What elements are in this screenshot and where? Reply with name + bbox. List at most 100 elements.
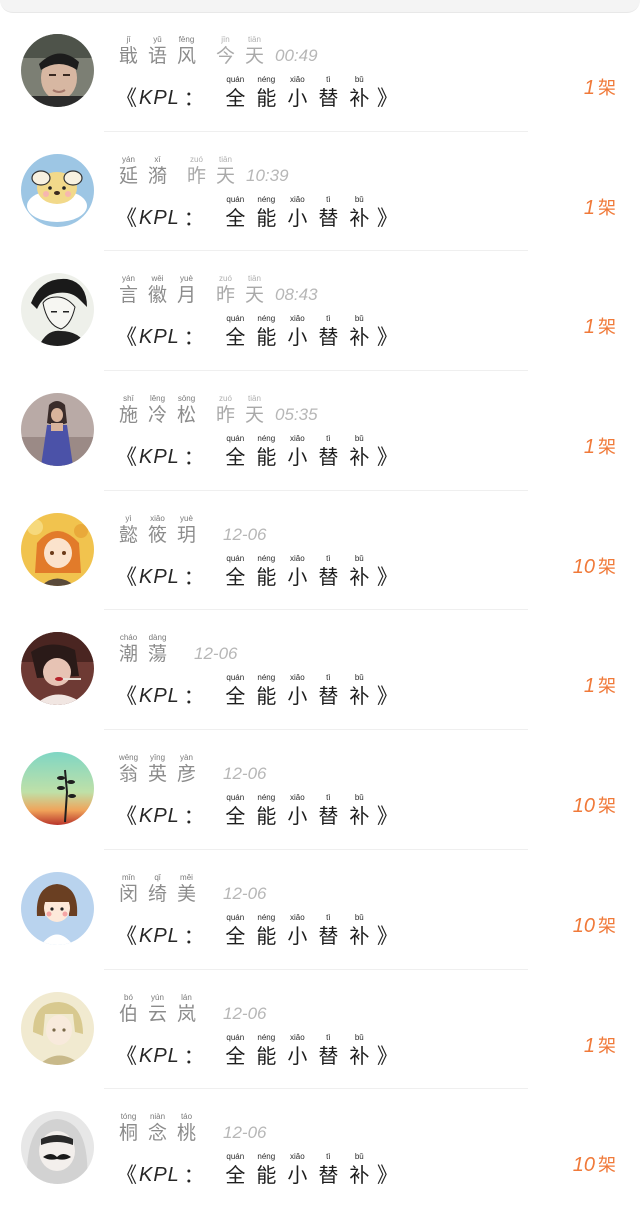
list-item[interactable]: yì 懿 xiǎo 筱 yuè 玥 12-06 《 KPL ： quán 全 néng 能…	[0, 491, 640, 611]
list-item[interactable]: yán 言 wēi 徽 yuè 月 zuó 昨 tiān 天 08:43 《 KPL ： …	[0, 251, 640, 371]
gift-title: 《 KPL ： quán 全 néng 能 xiǎo 小 tì 替 bǔ 补 》	[116, 793, 398, 829]
user-name-char: 玥	[176, 523, 196, 546]
list-item[interactable]: tóng 桐 niàn 念 táo 桃 12-06 《 KPL ： quán 全 nén…	[0, 1089, 640, 1209]
user-name-char: 懿	[118, 523, 138, 546]
avatar[interactable]	[21, 512, 94, 586]
list-item[interactable]: mǐn 闵 qǐ 绮 měi 美 12-06 《 KPL ： quán 全 néng 能 …	[0, 850, 640, 970]
user-name-char: 翁	[118, 763, 138, 786]
avatar[interactable]	[21, 871, 94, 945]
cartoon-dog-avatar	[21, 153, 94, 227]
gift-title: 《 KPL ： quán 全 néng 能 xiǎo 小 tì 替 bǔ 补 》	[116, 553, 398, 589]
gift-count: 10 架	[572, 1154, 616, 1177]
gift-count: 1架	[583, 1034, 616, 1057]
list-item[interactable]: bó 伯 yún 云 lán 岚 12-06 《 KPL ： quán 全 néng 能 …	[0, 970, 640, 1090]
gift-title: 《 KPL ： quán 全 néng 能 xiǎo 小 tì 替 bǔ 补 》	[116, 75, 398, 110]
day-label-char: 昨	[215, 284, 235, 307]
list-item[interactable]: cháo 潮 dàng 蕩 12-06 《 KPL ： quán 全 néng 能 xi…	[0, 610, 640, 730]
user-name-char: 风	[176, 45, 196, 67]
list-item[interactable]: jǐ 戢 yǔ 语 fēng 风 jīn 今 tiān 天 00:49 《 KPL ： q…	[0, 12, 640, 132]
name-line: bó 伯 yún 云 lán 岚 12-06	[118, 992, 267, 1025]
user-name-char: 施	[118, 404, 138, 427]
cartoon-girl-bob-avatar	[21, 871, 94, 945]
name-line: wēng 翁 yīng 英 yàn 彦 12-06	[118, 753, 267, 786]
avatar[interactable]	[21, 1111, 94, 1185]
anime-girl-orange-avatar	[21, 512, 94, 586]
name-line: cháo 潮 dàng 蕩 12-06	[118, 633, 238, 666]
list-item[interactable]: yán 延 xī 漪 zuó 昨 tiān 天 10:39 《 KPL ： quán 全 …	[0, 132, 640, 252]
list-item[interactable]: shī 施 lěng 冷 sōng 松 zuó 昨 tiān 天 05:35 《 KPL …	[0, 371, 640, 491]
user-name-char: 闵	[118, 882, 138, 905]
user-name-char: 戢	[118, 45, 138, 67]
mustache-hoodie-avatar	[21, 1111, 94, 1185]
name-line: yán 言 wēi 徽 yuè 月 zuó 昨 tiān 天 08:43	[118, 274, 318, 307]
user-name-char: 冷	[147, 404, 167, 427]
user-name-char: 延	[118, 164, 138, 187]
user-name-char: 美	[176, 882, 196, 905]
gift-title: 《 KPL ： quán 全 néng 能 xiǎo 小 tì 替 bǔ 补 》	[116, 673, 398, 709]
woman-red-lips-avatar	[21, 632, 94, 706]
list-item[interactable]: wēng 翁 yīng 英 yàn 彦 12-06 《 KPL ： quán 全 nén…	[0, 730, 640, 850]
gift-title: 《 KPL ： quán 全 néng 能 xiǎo 小 tì 替 bǔ 补 》	[116, 1032, 398, 1068]
anime-boy-sketch-avatar	[21, 273, 94, 347]
user-name-char: 桃	[176, 1122, 196, 1145]
day-label-char: 天	[215, 164, 235, 187]
gift-count: 1架	[583, 77, 616, 99]
user-name-char: 岚	[176, 1002, 196, 1025]
sunset-plant-avatar	[21, 752, 94, 826]
gift-title: 《 KPL ： quán 全 néng 能 xiǎo 小 tì 替 bǔ 补 》	[116, 434, 398, 470]
avatar[interactable]	[21, 273, 94, 347]
user-name-char: 蕩	[147, 643, 167, 666]
day-label-char: 天	[244, 404, 264, 427]
user-name-char: 徽	[147, 284, 167, 307]
avatar[interactable]	[21, 393, 94, 467]
user-name-char: 月	[176, 284, 196, 307]
user-name-char: 言	[118, 284, 138, 307]
avatar[interactable]	[21, 34, 94, 107]
gift-count: 1架	[583, 436, 616, 459]
name-line: yì 懿 xiǎo 筱 yuè 玥 12-06	[118, 513, 267, 546]
gift-count: 1架	[583, 675, 616, 698]
user-name-char: 云	[147, 1002, 167, 1025]
day-label-char: 天	[244, 284, 264, 307]
day-label-char: 昨	[215, 404, 235, 427]
day-label-char: 今	[215, 45, 235, 67]
avatar[interactable]	[21, 632, 94, 706]
user-name-char: 绮	[147, 882, 167, 905]
gift-count: 1架	[583, 196, 616, 219]
photo-young-man-avatar	[21, 34, 94, 107]
user-name-char: 松	[176, 404, 196, 427]
name-line: yán 延 xī 漪 zuó 昨 tiān 天 10:39	[118, 154, 289, 187]
gift-title: 《 KPL ： quán 全 néng 能 xiǎo 小 tì 替 bǔ 补 》	[116, 194, 398, 230]
timestamp: 05:35	[275, 405, 318, 425]
day-label-char: 昨	[186, 164, 206, 187]
timestamp: 12-06	[194, 644, 238, 664]
avatar[interactable]	[21, 153, 94, 227]
timestamp: 00:49	[275, 46, 318, 65]
user-name-char: 桐	[118, 1122, 138, 1145]
user-name-char: 漪	[147, 164, 167, 187]
gift-count: 10 架	[572, 914, 616, 937]
gift-title: 《 KPL ： quán 全 néng 能 xiǎo 小 tì 替 bǔ 补 》	[116, 1152, 398, 1188]
timestamp: 12-06	[223, 1003, 267, 1023]
user-name-char: 英	[147, 763, 167, 786]
user-name-char: 彦	[176, 763, 196, 786]
user-name-char: 潮	[118, 643, 138, 666]
girl-blue-dress-avatar	[21, 393, 94, 467]
avatar[interactable]	[21, 752, 94, 826]
timestamp: 12-06	[223, 764, 267, 784]
user-name-char: 念	[147, 1122, 167, 1145]
timestamp: 08:43	[275, 285, 318, 305]
user-name-char: 筱	[147, 523, 167, 546]
gift-record-list: jǐ 戢 yǔ 语 fēng 风 jīn 今 tiān 天 00:49 《 KPL ： q…	[0, 12, 640, 1209]
gift-count: 10 架	[572, 555, 616, 578]
name-line: tóng 桐 niàn 念 táo 桃 12-06	[118, 1112, 267, 1145]
day-label-char: 天	[244, 45, 264, 67]
gift-count: 10 架	[572, 795, 616, 818]
anime-soft-portrait-avatar	[21, 991, 94, 1065]
timestamp: 12-06	[223, 524, 267, 544]
name-line: jǐ 戢 yǔ 语 fēng 风 jīn 今 tiān 天 00:49	[118, 35, 318, 67]
name-line: mǐn 闵 qǐ 绮 měi 美 12-06	[118, 872, 267, 905]
gift-title: 《 KPL ： quán 全 néng 能 xiǎo 小 tì 替 bǔ 补 》	[116, 314, 398, 350]
avatar[interactable]	[21, 991, 94, 1065]
timestamp: 10:39	[246, 165, 289, 185]
